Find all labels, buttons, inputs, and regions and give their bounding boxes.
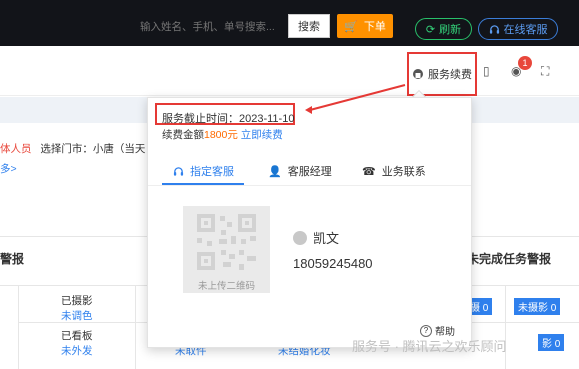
annotation-arrow: [305, 84, 406, 114]
watermark: 服务号 · 腾讯云之欢乐顾问: [352, 339, 507, 354]
